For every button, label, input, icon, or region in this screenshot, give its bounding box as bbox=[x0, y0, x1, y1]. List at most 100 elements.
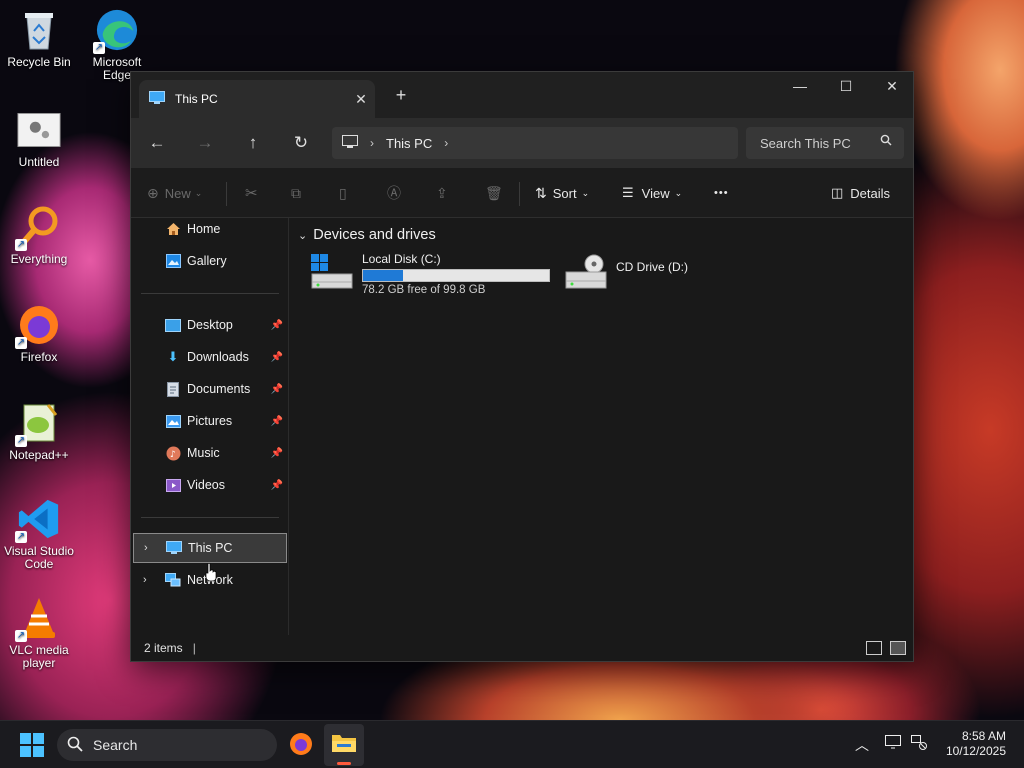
desktop-icon-firefox[interactable]: ↗ Firefox bbox=[1, 303, 77, 364]
details-button[interactable]: ◫ Details bbox=[831, 181, 890, 205]
sidebar-divider bbox=[141, 517, 279, 518]
network-status-icon[interactable] bbox=[911, 735, 927, 753]
sidebar-item-documents[interactable]: Documents 📌 bbox=[133, 374, 287, 404]
desktop-icon-untitled[interactable]: Untitled bbox=[1, 108, 77, 169]
desktop-icon-notepad-plus-plus[interactable]: ↗ Notepad++ bbox=[1, 401, 77, 462]
new-tab-button[interactable]: + bbox=[389, 84, 413, 108]
address-bar[interactable]: › This PC › bbox=[332, 127, 738, 159]
status-separator: | bbox=[192, 641, 196, 655]
new-button[interactable]: ⊕ New ⌄ bbox=[147, 181, 202, 205]
drive-name: CD Drive (D:) bbox=[616, 260, 688, 274]
refresh-button[interactable]: ↻ bbox=[285, 127, 317, 159]
taskbar-search-label: Search bbox=[93, 737, 138, 753]
hard-drive-icon bbox=[310, 252, 354, 292]
tab-this-pc[interactable]: This PC ✕ bbox=[139, 80, 375, 118]
view-icon: ☰ bbox=[622, 185, 634, 200]
shortcut-arrow-icon: ↗ bbox=[15, 337, 27, 349]
active-app-indicator bbox=[337, 762, 351, 765]
shortcut-arrow-icon: ↗ bbox=[15, 531, 27, 543]
content-pane: ⌄ Devices and drives Local Disk (C:) 78.… bbox=[290, 218, 913, 635]
sort-button[interactable]: ⇅ Sort ⌄ bbox=[535, 181, 589, 205]
pin-icon[interactable]: 📌 bbox=[271, 384, 283, 395]
back-button[interactable]: ← bbox=[141, 127, 173, 159]
document-icon bbox=[165, 381, 181, 397]
copy-button[interactable]: ⧉ bbox=[291, 181, 301, 205]
taskbar-file-explorer[interactable] bbox=[324, 724, 364, 766]
desktop-icon-vscode[interactable]: ↗ Visual Studio Code bbox=[1, 497, 77, 571]
delete-button[interactable]: 🗑 bbox=[485, 181, 503, 205]
sidebar-divider bbox=[141, 293, 279, 294]
drive-local-disk-c[interactable]: Local Disk (C:) 78.2 GB free of 99.8 GB bbox=[310, 252, 550, 296]
taskbar-search[interactable]: Search bbox=[57, 729, 277, 761]
show-hidden-icons-button[interactable]: ︿ bbox=[855, 735, 869, 755]
desktop-icon-everything[interactable]: ↗ Everything bbox=[1, 205, 77, 266]
sidebar-item-pictures[interactable]: Pictures 📌 bbox=[133, 406, 287, 436]
sidebar-item-videos[interactable]: Videos 📌 bbox=[133, 470, 287, 500]
forward-button[interactable]: → bbox=[189, 127, 221, 159]
desktop-icon-vlc[interactable]: ↗ VLC media player bbox=[1, 596, 77, 670]
more-options-button[interactable]: ••• bbox=[714, 181, 729, 205]
view-button[interactable]: ☰ View ⌄ bbox=[622, 181, 682, 205]
display-icon[interactable] bbox=[885, 735, 901, 753]
drive-usage-fill bbox=[363, 270, 404, 281]
details-view-toggle-icon[interactable] bbox=[866, 641, 882, 655]
shortcut-arrow-icon: ↗ bbox=[93, 42, 105, 54]
copy-icon: ⧉ bbox=[291, 184, 301, 201]
vscode-icon: ↗ bbox=[15, 497, 61, 543]
chevron-right-icon[interactable]: › bbox=[370, 136, 374, 150]
music-icon: ♪ bbox=[165, 445, 181, 461]
breadcrumb-this-pc[interactable]: This PC bbox=[386, 136, 432, 151]
sidebar-item-music[interactable]: ♪ Music 📌 bbox=[133, 438, 287, 468]
up-button[interactable]: ↑ bbox=[237, 127, 269, 159]
system-clock[interactable]: 8:58 AM 10/12/2025 bbox=[946, 729, 1006, 759]
close-window-button[interactable]: ✕ bbox=[869, 72, 915, 102]
everything-icon: ↗ bbox=[15, 205, 61, 251]
mouse-cursor-icon bbox=[205, 563, 217, 581]
tiles-view-toggle-icon[interactable] bbox=[890, 641, 906, 655]
rename-button[interactable]: Ⓐ bbox=[387, 181, 401, 205]
desktop-folder-icon bbox=[165, 317, 181, 333]
details-pane-icon: ◫ bbox=[831, 185, 844, 200]
pin-icon[interactable]: 📌 bbox=[271, 352, 283, 363]
sidebar-item-gallery[interactable]: Gallery bbox=[133, 246, 287, 276]
drive-cd-d[interactable]: CD Drive (D:) bbox=[564, 252, 688, 292]
cut-button[interactable]: ✂ bbox=[245, 181, 258, 205]
sidebar-item-label: Home bbox=[187, 222, 221, 236]
pictures-icon bbox=[165, 413, 181, 429]
sidebar-item-desktop[interactable]: Desktop 📌 bbox=[133, 310, 287, 340]
pin-icon[interactable]: 📌 bbox=[271, 320, 283, 331]
untitled-icon bbox=[17, 108, 61, 152]
scissors-icon: ✂ bbox=[245, 185, 258, 202]
taskbar-firefox[interactable] bbox=[289, 732, 313, 759]
sidebar-item-this-pc[interactable]: › This PC bbox=[133, 533, 287, 563]
sidebar-item-home[interactable]: Home bbox=[133, 214, 287, 244]
pin-icon[interactable]: 📌 bbox=[271, 448, 283, 459]
paste-button[interactable]: ▯ bbox=[339, 181, 347, 205]
tab-close-button[interactable]: ✕ bbox=[347, 91, 375, 108]
pin-icon[interactable]: 📌 bbox=[271, 416, 283, 427]
sidebar-item-label: Music bbox=[187, 446, 220, 460]
chevron-right-icon[interactable]: › bbox=[143, 574, 147, 586]
maximize-button[interactable]: ☐ bbox=[823, 72, 869, 102]
shortcut-arrow-icon: ↗ bbox=[15, 435, 27, 447]
desktop-icon-label: Firefox bbox=[20, 350, 58, 364]
desktop-icon-label: Recycle Bin bbox=[7, 55, 71, 69]
toolbar-divider bbox=[226, 182, 227, 206]
desktop-icon-recycle-bin[interactable]: Recycle Bin bbox=[1, 8, 77, 69]
minimize-button[interactable]: — bbox=[777, 72, 823, 102]
chevron-right-icon[interactable]: › bbox=[144, 542, 148, 554]
start-button[interactable] bbox=[20, 733, 44, 760]
drive-usage-bar bbox=[362, 269, 550, 282]
group-devices-and-drives[interactable]: ⌄ Devices and drives bbox=[298, 227, 436, 243]
search-input[interactable]: Search This PC bbox=[746, 127, 904, 159]
firefox-icon: ↗ bbox=[15, 303, 61, 349]
title-bar: This PC ✕ + — ☐ ✕ bbox=[131, 72, 913, 118]
command-bar: ⊕ New ⌄ ✂ ⧉ ▯ Ⓐ ⇪ 🗑 ⇅ Sort ⌄ ☰ View ⌄ ••… bbox=[131, 168, 913, 218]
sidebar-item-downloads[interactable]: ⬇ Downloads 📌 bbox=[133, 342, 287, 372]
chevron-right-icon[interactable]: › bbox=[444, 136, 448, 150]
search-icon bbox=[67, 736, 83, 755]
item-count: 2 items bbox=[144, 641, 183, 655]
pin-icon[interactable]: 📌 bbox=[271, 480, 283, 491]
details-label: Details bbox=[850, 185, 891, 201]
share-button[interactable]: ⇪ bbox=[436, 181, 448, 205]
